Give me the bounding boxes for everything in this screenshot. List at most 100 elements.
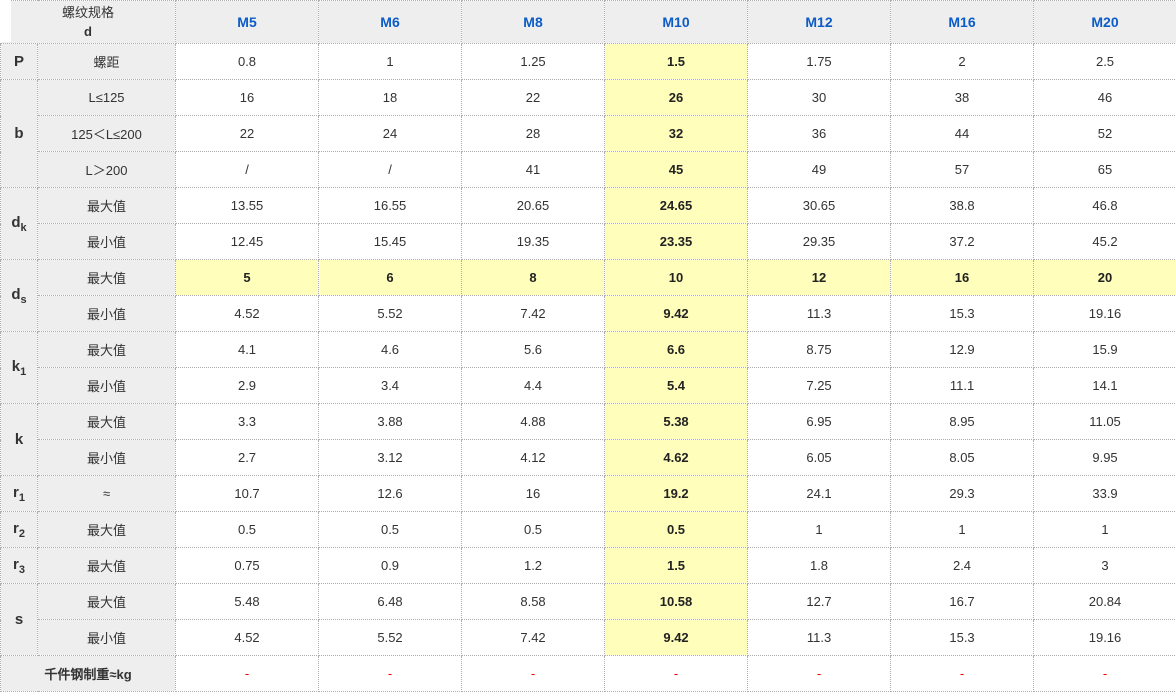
value-cell: 9.95 — [1034, 440, 1176, 476]
value-cell: 44 — [891, 116, 1034, 152]
table-row: L＞200//4145495765 — [1, 152, 1176, 188]
sub-label-cell: 螺距 — [38, 44, 176, 80]
value-cell: 16 — [462, 476, 605, 512]
param-cell-r1: r1 — [1, 476, 38, 512]
value-cell: 1.75 — [748, 44, 891, 80]
value-cell: 1.5 — [605, 44, 748, 80]
footer-label-cell: 千件钢制重≈kg — [1, 656, 176, 692]
value-cell: 24.65 — [605, 188, 748, 224]
col-header-m12: M12 — [748, 1, 891, 44]
corner-notch — [0, 0, 11, 42]
table-row: 125＜L≤20022242832364452 — [1, 116, 1176, 152]
value-cell: 16.7 — [891, 584, 1034, 620]
table-row: 最小值2.93.44.45.47.2511.114.1 — [1, 368, 1176, 404]
table-row: bL≤12516182226303846 — [1, 80, 1176, 116]
value-cell: 38.8 — [891, 188, 1034, 224]
value-cell: 37.2 — [891, 224, 1034, 260]
sub-label-cell: 最大值 — [38, 512, 176, 548]
footer-dash-cell: - — [319, 656, 462, 692]
value-cell: 19.16 — [1034, 620, 1176, 656]
value-cell: 4.1 — [176, 332, 319, 368]
value-cell: 5 — [176, 260, 319, 296]
col-header-m5: M5 — [176, 1, 319, 44]
sub-label-cell: 最小值 — [38, 620, 176, 656]
value-cell: 46 — [1034, 80, 1176, 116]
value-cell: 2 — [891, 44, 1034, 80]
table-row: k最大值3.33.884.885.386.958.9511.05 — [1, 404, 1176, 440]
bolt-spec-table: 螺纹规格 d M5M6M8M10M12M16M20 P螺距0.811.251.5… — [0, 0, 1176, 692]
value-cell: 4.52 — [176, 296, 319, 332]
value-cell: 7.42 — [462, 620, 605, 656]
value-cell: 7.42 — [462, 296, 605, 332]
value-cell: 8 — [462, 260, 605, 296]
value-cell: 6.95 — [748, 404, 891, 440]
value-cell: 4.62 — [605, 440, 748, 476]
value-cell: 7.25 — [748, 368, 891, 404]
value-cell: 24.1 — [748, 476, 891, 512]
value-cell: 9.42 — [605, 620, 748, 656]
value-cell: / — [176, 152, 319, 188]
value-cell: 2.9 — [176, 368, 319, 404]
value-cell: 3.3 — [176, 404, 319, 440]
value-cell: 3.88 — [319, 404, 462, 440]
sub-label-cell: 最小值 — [38, 224, 176, 260]
value-cell: 30 — [748, 80, 891, 116]
value-cell: 2.7 — [176, 440, 319, 476]
col-header-m8: M8 — [462, 1, 605, 44]
sub-label-cell: 最大值 — [38, 332, 176, 368]
value-cell: 19.2 — [605, 476, 748, 512]
value-cell: 3.4 — [319, 368, 462, 404]
value-cell: 46.8 — [1034, 188, 1176, 224]
value-cell: 36 — [748, 116, 891, 152]
value-cell: 1 — [1034, 512, 1176, 548]
value-cell: 20.84 — [1034, 584, 1176, 620]
value-cell: 33.9 — [1034, 476, 1176, 512]
value-cell: 2.4 — [891, 548, 1034, 584]
value-cell: 0.5 — [605, 512, 748, 548]
value-cell: 3 — [1034, 548, 1176, 584]
value-cell: 4.4 — [462, 368, 605, 404]
param-cell-k1: k1 — [1, 332, 38, 404]
value-cell: 15.3 — [891, 620, 1034, 656]
value-cell: 14.1 — [1034, 368, 1176, 404]
value-cell: 10.58 — [605, 584, 748, 620]
value-cell: 6.05 — [748, 440, 891, 476]
sub-label-cell: 最小值 — [38, 296, 176, 332]
value-cell: 30.65 — [748, 188, 891, 224]
footer-dash-cell: - — [891, 656, 1034, 692]
table-row: r2最大值0.50.50.50.5111 — [1, 512, 1176, 548]
header-row: 螺纹规格 d M5M6M8M10M12M16M20 — [1, 1, 1176, 44]
value-cell: 0.5 — [319, 512, 462, 548]
value-cell: 2.5 — [1034, 44, 1176, 80]
sub-label-cell: L＞200 — [38, 152, 176, 188]
value-cell: 8.75 — [748, 332, 891, 368]
table-row: P螺距0.811.251.51.7522.5 — [1, 44, 1176, 80]
value-cell: 20.65 — [462, 188, 605, 224]
sub-label-cell: 最大值 — [38, 260, 176, 296]
sub-label-cell: 最大值 — [38, 548, 176, 584]
value-cell: 5.38 — [605, 404, 748, 440]
value-cell: 12.9 — [891, 332, 1034, 368]
sub-label-cell: 最大值 — [38, 584, 176, 620]
value-cell: 8.95 — [891, 404, 1034, 440]
sub-label-cell: 125＜L≤200 — [38, 116, 176, 152]
corner-title: 螺纹规格 — [1, 3, 175, 22]
value-cell: 3.12 — [319, 440, 462, 476]
sub-label-cell: 最大值 — [38, 188, 176, 224]
value-cell: 19.16 — [1034, 296, 1176, 332]
value-cell: 15.3 — [891, 296, 1034, 332]
value-cell: 4.52 — [176, 620, 319, 656]
sub-label-cell: 最小值 — [38, 440, 176, 476]
param-cell-b: b — [1, 80, 38, 188]
col-header-m16: M16 — [891, 1, 1034, 44]
value-cell: 10 — [605, 260, 748, 296]
value-cell: 4.88 — [462, 404, 605, 440]
col-header-m10: M10 — [605, 1, 748, 44]
corner-header-cell: 螺纹规格 d — [1, 1, 176, 44]
value-cell: 4.6 — [319, 332, 462, 368]
value-cell: 5.4 — [605, 368, 748, 404]
col-header-m20: M20 — [1034, 1, 1176, 44]
value-cell: 57 — [891, 152, 1034, 188]
table-row: ds最大值56810121620 — [1, 260, 1176, 296]
value-cell: 20 — [1034, 260, 1176, 296]
